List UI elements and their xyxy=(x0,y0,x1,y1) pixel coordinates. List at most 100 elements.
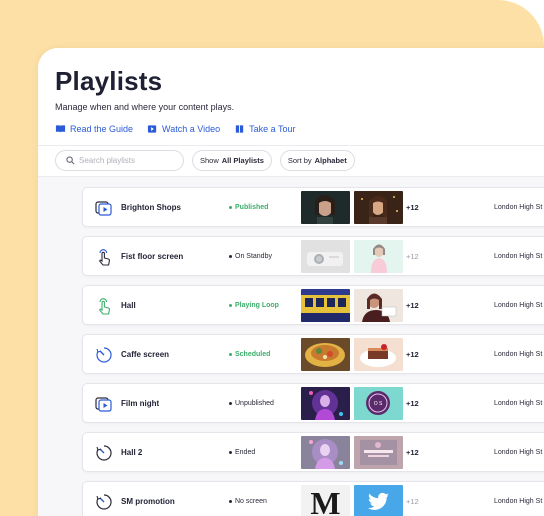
clock-icon xyxy=(94,492,114,512)
playlist-name: SM promotion xyxy=(121,497,175,506)
status-badge: Published xyxy=(229,204,268,211)
svg-text:M: M xyxy=(310,485,340,516)
status-label: Playing Loop xyxy=(235,302,279,309)
read-guide-label: Read the Guide xyxy=(70,124,134,134)
more-items-count: +12 xyxy=(406,203,419,212)
thumbnail-food-bowl[interactable] xyxy=(301,338,350,371)
clock-icon xyxy=(94,443,114,463)
status-label: Scheduled xyxy=(235,351,271,358)
thumbnail-train[interactable] xyxy=(301,289,350,322)
status-badge: Ended xyxy=(229,449,255,456)
more-items-count: +12 xyxy=(406,497,419,506)
map-icon xyxy=(235,125,244,133)
playlist-location: London High St xyxy=(494,449,543,456)
status-label: Unpublished xyxy=(235,400,274,407)
thumbnail-projector[interactable] xyxy=(301,240,350,273)
thumbnail-neon-portrait[interactable] xyxy=(301,387,350,420)
sort-value: Alphabet xyxy=(314,156,347,165)
thumbnail-twitter-logo[interactable] xyxy=(354,485,403,516)
watch-video-link[interactable]: Watch a Video xyxy=(147,124,220,134)
page-subtitle: Manage when and where your content plays… xyxy=(55,102,235,112)
video-icon xyxy=(147,125,157,133)
playlist-media-icon xyxy=(94,394,114,414)
search-icon xyxy=(66,156,75,165)
status-badge: On Standby xyxy=(229,253,272,260)
playlist-name: Film night xyxy=(121,399,160,408)
status-dot xyxy=(229,402,232,405)
playlist-location: London High St xyxy=(494,400,543,407)
sort-prefix: Sort by xyxy=(287,156,312,165)
sort-dropdown[interactable]: Sort by Alphabet xyxy=(279,150,355,171)
watch-video-label: Watch a Video xyxy=(162,124,221,134)
playlist-location: London High St xyxy=(494,253,543,260)
content-thumbnails: M xyxy=(301,485,403,516)
thumbnail-woman-mint[interactable] xyxy=(354,240,403,273)
status-dot xyxy=(229,500,232,503)
playlist-row[interactable]: Caffe screen Scheduled +12 London High St xyxy=(82,334,544,374)
thumbnail-medium-logo[interactable]: M xyxy=(301,485,350,516)
playlist-row[interactable]: Film night Unpublished O S +12 London High S… xyxy=(82,383,544,423)
status-label: On Standby xyxy=(235,253,272,260)
playlist-name: Fist floor screen xyxy=(121,252,184,261)
playlist-row[interactable]: Brighton Shops Published +12 London High St xyxy=(82,187,544,227)
take-tour-label: Take a Tour xyxy=(249,124,296,134)
playlist-row[interactable]: SM promotion No screen M +12 London High St xyxy=(82,481,544,516)
content-thumbnails xyxy=(301,191,403,224)
status-badge: No screen xyxy=(229,498,267,505)
status-dot xyxy=(229,304,232,307)
filter-prefix: Show xyxy=(200,156,219,165)
status-badge: Unpublished xyxy=(229,400,274,407)
more-items-count: +12 xyxy=(406,399,419,408)
content-thumbnails: O S xyxy=(301,387,403,420)
status-badge: Playing Loop xyxy=(229,302,279,309)
thumbnail-woman-portrait[interactable] xyxy=(301,191,350,224)
playlist-media-icon xyxy=(94,198,114,218)
more-items-count: +12 xyxy=(406,350,419,359)
content-thumbnails xyxy=(301,338,403,371)
playlist-name: Brighton Shops xyxy=(121,203,181,212)
playlist-location: London High St xyxy=(494,302,543,309)
status-dot xyxy=(229,451,232,454)
filter-value: All Playlists xyxy=(221,156,264,165)
header-divider xyxy=(38,145,544,146)
thumbnail-neon-portrait[interactable] xyxy=(301,436,350,469)
content-thumbnails xyxy=(301,289,403,322)
read-guide-link[interactable]: Read the Guide xyxy=(55,124,133,134)
touch-hand-icon xyxy=(94,296,114,316)
thumbnail-woman-sparkles[interactable] xyxy=(354,191,403,224)
svg-text:O S: O S xyxy=(374,401,383,407)
more-items-count: +12 xyxy=(406,448,419,457)
status-label: Published xyxy=(235,204,269,211)
playlist-row[interactable]: Hall Playing Loop +12 London High St xyxy=(82,285,544,325)
playlist-name: Hall xyxy=(121,301,136,310)
filter-dropdown[interactable]: Show All Playlists xyxy=(192,150,272,171)
playlist-row[interactable]: Fist floor screen On Standby +12 London Hig… xyxy=(82,236,544,276)
status-dot xyxy=(229,206,232,209)
playlist-row[interactable]: Hall 2 Ended +12 London High St xyxy=(82,432,544,472)
clock-icon xyxy=(94,345,114,365)
playlist-location: London High St xyxy=(494,351,543,358)
status-dot xyxy=(229,255,232,258)
content-thumbnails xyxy=(301,240,403,273)
page-header: Playlists Manage when and where your con… xyxy=(38,48,544,178)
playlist-list: Brighton Shops Published +12 London High St… xyxy=(38,176,544,516)
more-items-count: +12 xyxy=(406,252,419,261)
status-label: No screen xyxy=(235,498,267,505)
playlist-name: Caffe screen xyxy=(121,350,170,359)
help-links: Read the Guide Watch a Video Take a Tour xyxy=(55,124,295,134)
thumbnail-poster[interactable] xyxy=(354,436,403,469)
status-dot xyxy=(229,353,232,356)
thumbnail-woman-reading[interactable] xyxy=(354,289,403,322)
thumbnail-teal-badge[interactable]: O S xyxy=(354,387,403,420)
status-badge: Scheduled xyxy=(229,351,270,358)
book-icon xyxy=(55,125,66,133)
playlist-location: London High St xyxy=(494,204,543,211)
search-input[interactable] xyxy=(79,156,179,165)
search-box[interactable] xyxy=(55,150,184,171)
toolbar: Show All Playlists Sort by Alphabet xyxy=(55,150,355,171)
playlists-panel: Playlists Manage when and where your con… xyxy=(38,48,544,516)
thumbnail-dessert[interactable] xyxy=(354,338,403,371)
content-thumbnails xyxy=(301,436,403,469)
take-tour-link[interactable]: Take a Tour xyxy=(234,124,295,134)
more-items-count: +12 xyxy=(406,301,419,310)
